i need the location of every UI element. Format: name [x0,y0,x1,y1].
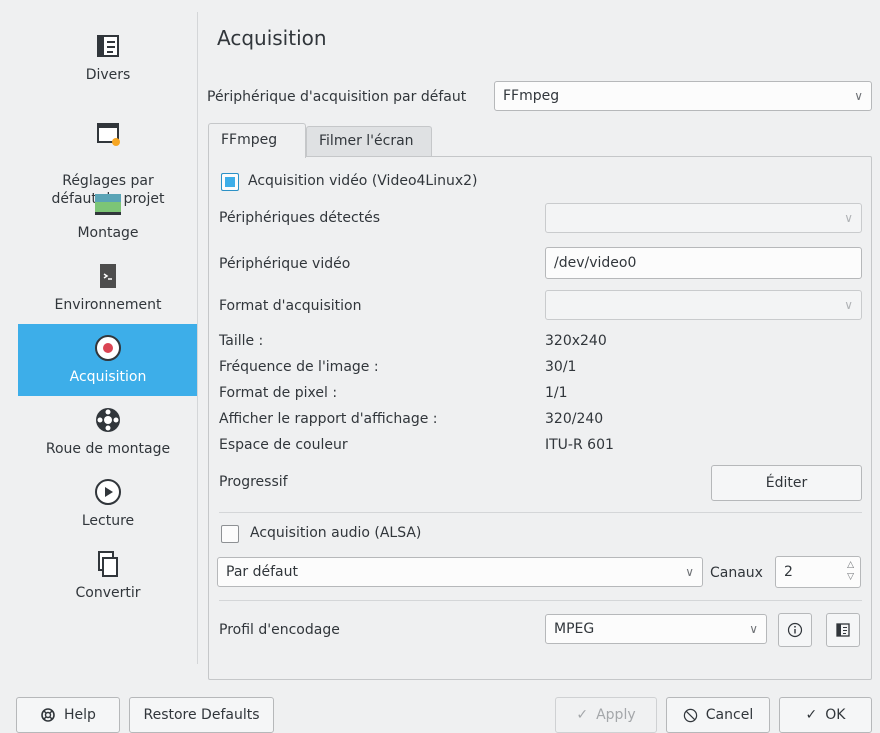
detected-devices-label: Périphériques détectés [219,210,381,226]
sidebar-divider [197,12,198,664]
restore-defaults-button[interactable]: Restore Defaults [129,697,274,733]
sidebar-item-label: Divers [85,67,131,83]
sidebar-item-label: Montage [77,225,139,241]
misc-icon [97,35,119,57]
audio-capture-label: Acquisition audio (ALSA) [250,525,422,541]
sidebar-item-lecture[interactable]: Lecture [18,476,198,546]
color-space-label: Espace de couleur [219,437,348,453]
size-label: Taille : [219,333,264,349]
sidebar-item-project-defaults[interactable]: Réglages par défaut du projet [18,100,198,207]
default-device-label: Périphérique d'acquisition par défaut [207,89,467,105]
video-capture-label: Acquisition vidéo (Video4Linux2) [248,173,478,189]
ok-label: OK [825,707,846,723]
tab-ffmpeg[interactable]: FFmpeg [208,123,306,158]
divider [219,600,862,601]
info-icon [787,622,803,638]
cancel-icon [683,708,697,722]
color-space-value: ITU-R 601 [545,437,614,453]
sidebar-item-acquisition[interactable]: Acquisition [18,324,198,396]
jog-wheel-icon [96,408,120,432]
play-icon [95,479,121,505]
sidebar-item-convertir[interactable]: Convertir [18,548,198,618]
check-icon: ✓ [576,707,589,723]
capture-format-label: Format d'acquisition [219,298,362,314]
video-device-label: Périphérique vidéo [219,256,351,272]
sidebar-item-environnement[interactable]: Environnement [18,260,198,330]
video-capture-checkbox[interactable] [221,173,239,191]
capture-format-select[interactable]: ∨ [545,290,862,320]
page-title: Acquisition [217,26,327,50]
chevron-down-icon: ∨ [749,622,758,636]
timeline-icon [95,194,121,215]
pixel-format-label: Format de pixel : [219,385,338,401]
chevron-down-icon: ∨ [844,211,853,225]
channels-value: 2 [784,564,793,580]
channels-spinbox[interactable]: 2 △ ▽ [775,556,861,588]
default-device-select[interactable]: FFmpeg ∨ [494,81,872,111]
encoding-profile-select[interactable]: MPEG ∨ [545,614,767,644]
divider [219,512,862,513]
display-ratio-value: 320/240 [545,411,604,427]
help-button[interactable]: Help [16,697,120,733]
cancel-button[interactable]: Cancel [666,697,770,733]
default-device-value: FFmpeg [503,88,560,104]
encoding-profile-value: MPEG [554,621,595,637]
apply-label: Apply [596,707,636,723]
size-value: 320x240 [545,333,607,349]
progressive-label: Progressif [219,474,288,490]
video-device-input[interactable]: /dev/video0 [545,247,862,279]
film-icon [97,123,120,146]
cancel-label: Cancel [705,707,754,723]
check-icon: ✓ [805,707,818,723]
encoding-manage-button[interactable] [826,613,860,647]
framerate-value: 30/1 [545,359,577,375]
terminal-icon [100,264,116,288]
sidebar-item-montage[interactable]: Montage [18,188,198,258]
document-list-icon [836,623,850,637]
sidebar-item-label: Acquisition [69,369,147,385]
encoding-profile-label: Profil d'encodage [219,622,340,638]
help-label: Help [64,707,96,723]
ok-button[interactable]: ✓ OK [779,697,872,733]
tab-label: Filmer l'écran [319,133,414,149]
chevron-down-icon: ∨ [685,565,694,579]
sidebar-item-label: Environnement [54,297,162,313]
audio-device-select[interactable]: Par défaut ∨ [217,557,703,587]
sidebar: Divers Réglages par défaut du projet Mon… [18,12,198,664]
display-ratio-label: Afficher le rapport d'affichage : [219,411,438,427]
edit-button[interactable]: Éditer [711,465,862,501]
framerate-label: Fréquence de l'image : [219,359,379,375]
sidebar-item-divers[interactable]: Divers [18,30,198,100]
chevron-down-icon: ∨ [844,298,853,312]
encoding-info-button[interactable] [778,613,812,647]
spin-arrows-icon: △ ▽ [847,560,854,582]
channels-label: Canaux [710,565,763,581]
record-icon [95,335,121,361]
detected-devices-select[interactable]: ∨ [545,203,862,233]
pixel-format-value: 1/1 [545,385,568,401]
sidebar-item-label: Lecture [81,513,135,529]
tab-filmer-ecran[interactable]: Filmer l'écran [306,126,432,156]
audio-capture-checkbox[interactable] [221,525,239,543]
audio-device-value: Par défaut [226,564,298,580]
sidebar-item-roue-de-montage[interactable]: Roue de montage [18,404,198,474]
convert-icon [98,551,118,577]
tab-label: FFmpeg [221,132,278,148]
apply-button[interactable]: ✓ Apply [555,697,657,733]
sidebar-item-label: Roue de montage [45,441,171,457]
chevron-down-icon: ∨ [854,89,863,103]
sidebar-item-label: Convertir [75,585,141,601]
help-icon [41,708,55,722]
